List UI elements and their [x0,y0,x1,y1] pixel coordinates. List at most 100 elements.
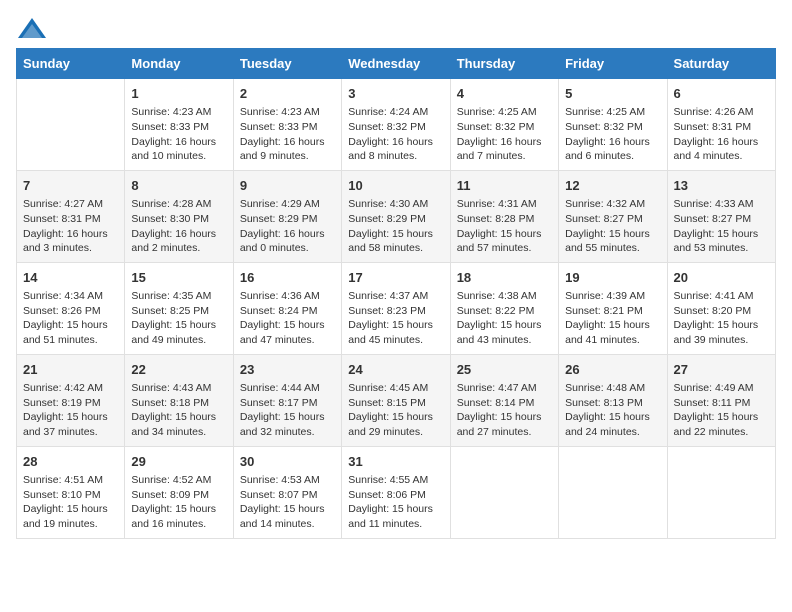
calendar-cell: 14Sunrise: 4:34 AM Sunset: 8:26 PM Dayli… [17,262,125,354]
day-number: 18 [457,269,552,287]
day-number: 21 [23,361,118,379]
day-info: Sunrise: 4:37 AM Sunset: 8:23 PM Dayligh… [348,289,443,348]
day-number: 19 [565,269,660,287]
day-number: 25 [457,361,552,379]
day-info: Sunrise: 4:25 AM Sunset: 8:32 PM Dayligh… [565,105,660,164]
day-number: 13 [674,177,769,195]
day-number: 23 [240,361,335,379]
day-number: 17 [348,269,443,287]
calendar-cell: 4 Sunrise: 4:25 AM Sunset: 8:32 PM Daylig… [450,79,558,171]
day-info: Sunrise: 4:27 AM Sunset: 8:31 PM Dayligh… [23,197,118,256]
day-info: Sunrise: 4:23 AM Sunset: 8:33 PM Dayligh… [131,105,226,164]
column-header-friday: Friday [559,49,667,79]
calendar-cell: 6 Sunrise: 4:26 AM Sunset: 8:31 PM Daylig… [667,79,775,171]
calendar-cell [17,79,125,171]
day-info: Sunrise: 4:49 AM Sunset: 8:11 PM Dayligh… [674,381,769,440]
day-info: Sunrise: 4:35 AM Sunset: 8:25 PM Dayligh… [131,289,226,348]
calendar-cell: 26Sunrise: 4:48 AM Sunset: 8:13 PM Dayli… [559,354,667,446]
calendar-cell: 8Sunrise: 4:28 AM Sunset: 8:30 PM Daylig… [125,170,233,262]
week-row-3: 14Sunrise: 4:34 AM Sunset: 8:26 PM Dayli… [17,262,776,354]
day-info: Sunrise: 4:44 AM Sunset: 8:17 PM Dayligh… [240,381,335,440]
calendar-cell: 18 Sunrise: 4:38 AM Sunset: 8:22 PM Dayli… [450,262,558,354]
calendar-cell: 5Sunrise: 4:25 AM Sunset: 8:32 PM Daylig… [559,79,667,171]
day-number: 2 [240,85,335,103]
logo [16,16,44,36]
day-number: 7 [23,177,118,195]
day-number: 20 [674,269,769,287]
day-info: Sunrise: 4:23 AM Sunset: 8:33 PM Dayligh… [240,105,335,164]
calendar-cell: 9 Sunrise: 4:29 AM Sunset: 8:29 PM Daylig… [233,170,341,262]
column-header-monday: Monday [125,49,233,79]
day-number: 3 [348,85,443,103]
day-info: Sunrise: 4:53 AM Sunset: 8:07 PM Dayligh… [240,473,335,532]
week-row-1: 1Sunrise: 4:23 AM Sunset: 8:33 PM Daylig… [17,79,776,171]
week-row-2: 7 Sunrise: 4:27 AM Sunset: 8:31 PM Daylig… [17,170,776,262]
week-row-5: 28 Sunrise: 4:51 AM Sunset: 8:10 PM Dayli… [17,446,776,538]
day-info: Sunrise: 4:55 AM Sunset: 8:06 PM Dayligh… [348,473,443,532]
calendar-cell: 17 Sunrise: 4:37 AM Sunset: 8:23 PM Dayli… [342,262,450,354]
calendar-table: SundayMondayTuesdayWednesdayThursdayFrid… [16,48,776,539]
day-info: Sunrise: 4:25 AM Sunset: 8:32 PM Dayligh… [457,105,552,164]
calendar-cell: 11 Sunrise: 4:31 AM Sunset: 8:28 PM Dayli… [450,170,558,262]
day-info: Sunrise: 4:28 AM Sunset: 8:30 PM Dayligh… [131,197,226,256]
calendar-cell: 21 Sunrise: 4:42 AM Sunset: 8:19 PM Dayli… [17,354,125,446]
calendar-cell [450,446,558,538]
day-number: 15 [131,269,226,287]
calendar-cell: 31 Sunrise: 4:55 AM Sunset: 8:06 PM Dayli… [342,446,450,538]
day-info: Sunrise: 4:47 AM Sunset: 8:14 PM Dayligh… [457,381,552,440]
day-number: 14 [23,269,118,287]
calendar-cell: 12Sunrise: 4:32 AM Sunset: 8:27 PM Dayli… [559,170,667,262]
day-info: Sunrise: 4:38 AM Sunset: 8:22 PM Dayligh… [457,289,552,348]
calendar-cell: 22Sunrise: 4:43 AM Sunset: 8:18 PM Dayli… [125,354,233,446]
calendar-cell: 20 Sunrise: 4:41 AM Sunset: 8:20 PM Dayli… [667,262,775,354]
calendar-cell: 25 Sunrise: 4:47 AM Sunset: 8:14 PM Dayli… [450,354,558,446]
day-number: 10 [348,177,443,195]
calendar-cell: 3 Sunrise: 4:24 AM Sunset: 8:32 PM Daylig… [342,79,450,171]
day-number: 30 [240,453,335,471]
calendar-header-row: SundayMondayTuesdayWednesdayThursdayFrid… [17,49,776,79]
day-number: 16 [240,269,335,287]
calendar-cell: 24 Sunrise: 4:45 AM Sunset: 8:15 PM Dayli… [342,354,450,446]
day-number: 31 [348,453,443,471]
day-number: 26 [565,361,660,379]
day-info: Sunrise: 4:39 AM Sunset: 8:21 PM Dayligh… [565,289,660,348]
calendar-cell [559,446,667,538]
day-info: Sunrise: 4:43 AM Sunset: 8:18 PM Dayligh… [131,381,226,440]
day-number: 6 [674,85,769,103]
calendar-cell: 19 Sunrise: 4:39 AM Sunset: 8:21 PM Dayli… [559,262,667,354]
calendar-cell: 10 Sunrise: 4:30 AM Sunset: 8:29 PM Dayli… [342,170,450,262]
column-header-wednesday: Wednesday [342,49,450,79]
day-info: Sunrise: 4:36 AM Sunset: 8:24 PM Dayligh… [240,289,335,348]
day-info: Sunrise: 4:30 AM Sunset: 8:29 PM Dayligh… [348,197,443,256]
day-info: Sunrise: 4:32 AM Sunset: 8:27 PM Dayligh… [565,197,660,256]
calendar-cell: 13 Sunrise: 4:33 AM Sunset: 8:27 PM Dayli… [667,170,775,262]
calendar-cell: 27Sunrise: 4:49 AM Sunset: 8:11 PM Dayli… [667,354,775,446]
column-header-tuesday: Tuesday [233,49,341,79]
day-info: Sunrise: 4:31 AM Sunset: 8:28 PM Dayligh… [457,197,552,256]
day-number: 28 [23,453,118,471]
day-info: Sunrise: 4:52 AM Sunset: 8:09 PM Dayligh… [131,473,226,532]
calendar-cell: 16 Sunrise: 4:36 AM Sunset: 8:24 PM Dayli… [233,262,341,354]
day-info: Sunrise: 4:33 AM Sunset: 8:27 PM Dayligh… [674,197,769,256]
column-header-thursday: Thursday [450,49,558,79]
day-info: Sunrise: 4:51 AM Sunset: 8:10 PM Dayligh… [23,473,118,532]
day-info: Sunrise: 4:42 AM Sunset: 8:19 PM Dayligh… [23,381,118,440]
week-row-4: 21 Sunrise: 4:42 AM Sunset: 8:19 PM Dayli… [17,354,776,446]
calendar-cell: 30 Sunrise: 4:53 AM Sunset: 8:07 PM Dayli… [233,446,341,538]
calendar-cell: 7 Sunrise: 4:27 AM Sunset: 8:31 PM Daylig… [17,170,125,262]
day-number: 9 [240,177,335,195]
calendar-cell: 28 Sunrise: 4:51 AM Sunset: 8:10 PM Dayli… [17,446,125,538]
day-info: Sunrise: 4:29 AM Sunset: 8:29 PM Dayligh… [240,197,335,256]
day-number: 11 [457,177,552,195]
day-info: Sunrise: 4:26 AM Sunset: 8:31 PM Dayligh… [674,105,769,164]
day-info: Sunrise: 4:41 AM Sunset: 8:20 PM Dayligh… [674,289,769,348]
column-header-saturday: Saturday [667,49,775,79]
day-info: Sunrise: 4:45 AM Sunset: 8:15 PM Dayligh… [348,381,443,440]
day-number: 24 [348,361,443,379]
day-info: Sunrise: 4:24 AM Sunset: 8:32 PM Dayligh… [348,105,443,164]
calendar-cell: 1Sunrise: 4:23 AM Sunset: 8:33 PM Daylig… [125,79,233,171]
calendar-cell: 2 Sunrise: 4:23 AM Sunset: 8:33 PM Daylig… [233,79,341,171]
day-number: 4 [457,85,552,103]
logo-icon [16,16,40,36]
day-number: 29 [131,453,226,471]
